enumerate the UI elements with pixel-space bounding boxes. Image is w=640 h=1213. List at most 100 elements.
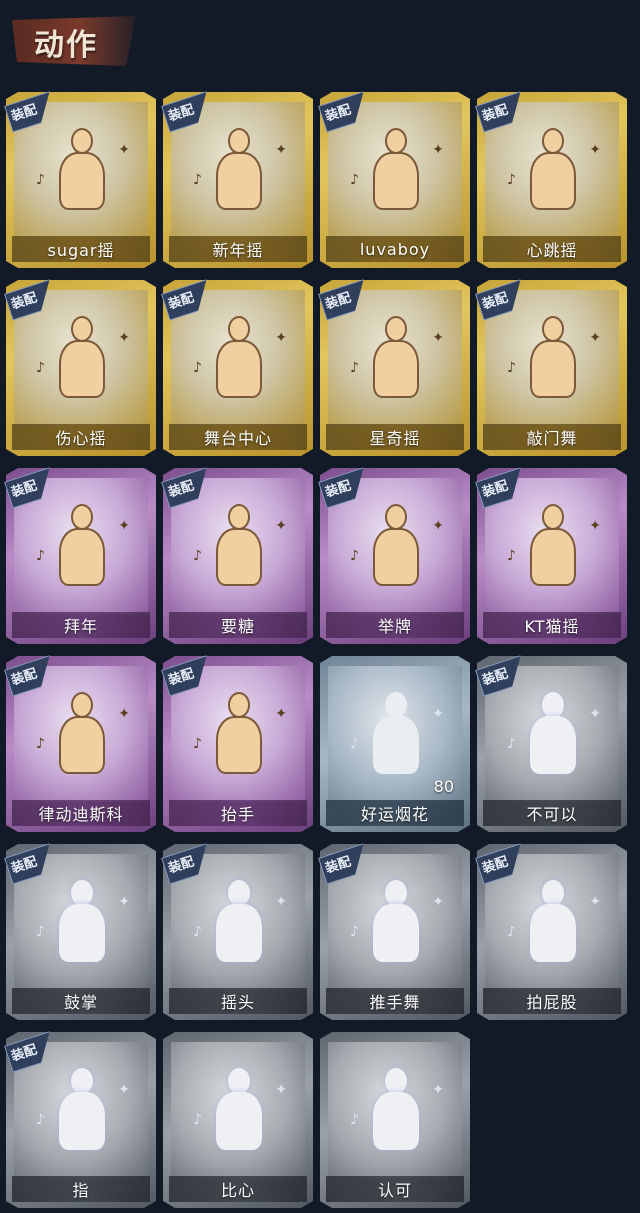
action-card[interactable]: ♪ ✦ 舞台中心 装配 <box>163 280 313 456</box>
clap-hands-icon <box>51 880 111 962</box>
music-note-icon: ♪ <box>193 1112 202 1128</box>
sparkle-icon: ✦ <box>432 1082 444 1098</box>
header: 动作 <box>0 0 640 86</box>
card-name: 举牌 <box>326 612 464 638</box>
sign-pose-icon <box>365 504 425 586</box>
card-name: 鼓掌 <box>12 988 150 1014</box>
sparkle-icon: ✦ <box>589 330 601 346</box>
sparkle-icon: ✦ <box>589 142 601 158</box>
music-note-icon: ♪ <box>193 360 202 376</box>
card-name: 舞台中心 <box>169 424 307 450</box>
action-card[interactable]: ♪ ✦ 认可 <box>320 1032 470 1208</box>
music-note-icon: ♪ <box>507 924 516 940</box>
music-note-icon: ♪ <box>36 172 45 188</box>
card-name: 新年摇 <box>169 236 307 262</box>
card-name: 摇头 <box>169 988 307 1014</box>
dance-pose-icon <box>522 128 582 210</box>
sparkle-icon: ✦ <box>275 518 287 534</box>
card-name: 拍屁股 <box>483 988 621 1014</box>
card-name: sugar摇 <box>12 236 150 262</box>
sparkle-icon: ✦ <box>118 1082 130 1098</box>
dance-pose-icon <box>522 316 582 398</box>
reach-pose-icon <box>208 504 268 586</box>
card-name: 认可 <box>326 1176 464 1202</box>
action-card[interactable]: ♪ ✦ 拜年 装配 <box>6 468 156 644</box>
action-card[interactable]: ♪ ✦ 鼓掌 装配 <box>6 844 156 1020</box>
dance-pose-icon <box>208 316 268 398</box>
dance-pose-icon <box>522 504 582 586</box>
sparkle-icon: ✦ <box>589 518 601 534</box>
card-name: 律动迪斯科 <box>12 800 150 826</box>
firework-icon <box>365 692 425 774</box>
sparkle-icon: ✦ <box>589 894 601 910</box>
sparkle-icon: ✦ <box>275 330 287 346</box>
push-dance-pose-icon <box>365 880 425 962</box>
sparkle-icon: ✦ <box>275 706 287 722</box>
action-card[interactable]: ♪ ✦ 指装配 <box>6 1032 156 1208</box>
sparkle-icon: ✦ <box>589 706 601 722</box>
action-card[interactable]: ♪ ✦ 抬手 装配 <box>163 656 313 832</box>
dance-pose-icon <box>365 128 425 210</box>
point-hand-icon <box>51 1068 111 1150</box>
dance-pose-icon <box>365 316 425 398</box>
card-name: 要糖 <box>169 612 307 638</box>
shake-head-pose-icon <box>208 880 268 962</box>
music-note-icon: ♪ <box>350 172 359 188</box>
action-card[interactable]: ♪ ✦ 新年摇 装配 <box>163 92 313 268</box>
music-note-icon: ♪ <box>36 924 45 940</box>
sparkle-icon: ✦ <box>432 330 444 346</box>
action-card[interactable]: ♪ ✦ 律动迪斯科 装配 <box>6 656 156 832</box>
finger-wag-icon <box>522 692 582 774</box>
sparkle-icon: ✦ <box>118 518 130 534</box>
sparkle-icon: ✦ <box>432 706 444 722</box>
bow-pose-icon <box>51 504 111 586</box>
sparkle-icon: ✦ <box>118 894 130 910</box>
music-note-icon: ♪ <box>36 736 45 752</box>
music-note-icon: ♪ <box>36 1112 45 1128</box>
action-card[interactable]: ♪ ✦ 拍屁股 装配 <box>477 844 627 1020</box>
music-note-icon: ♪ <box>507 360 516 376</box>
music-note-icon: ♪ <box>350 924 359 940</box>
sparkle-icon: ✦ <box>432 518 444 534</box>
card-name: 推手舞 <box>326 988 464 1014</box>
music-note-icon: ♪ <box>350 548 359 564</box>
action-card[interactable]: ♪ ✦ sugar摇 装配 <box>6 92 156 268</box>
card-name: 好运烟花 <box>326 800 464 826</box>
action-card[interactable]: ♪ ✦ 心跳摇 装配 <box>477 92 627 268</box>
card-name: 指 <box>12 1176 150 1202</box>
card-name: 心跳摇 <box>483 236 621 262</box>
dance-pose-icon <box>51 128 111 210</box>
card-name: luvaboy <box>326 236 464 262</box>
sparkle-icon: ✦ <box>118 142 130 158</box>
action-card[interactable]: ♪ ✦ 推手舞 装配 <box>320 844 470 1020</box>
action-card[interactable]: ♪ ✦ 摇头 装配 <box>163 844 313 1020</box>
music-note-icon: ♪ <box>36 548 45 564</box>
card-name: 星奇摇 <box>326 424 464 450</box>
music-note-icon: ♪ <box>350 360 359 376</box>
card-name: 不可以 <box>483 800 621 826</box>
thumbs-up-icon <box>365 1068 425 1150</box>
action-card[interactable]: ♪ ✦ luvaboy 装配 <box>320 92 470 268</box>
action-card[interactable]: ♪ ✦ 举牌 装配 <box>320 468 470 644</box>
action-card[interactable]: ♪ ✦ 不可以 装配 <box>477 656 627 832</box>
sparkle-icon: ✦ <box>432 894 444 910</box>
action-card[interactable]: ♪ ✦ 比心 <box>163 1032 313 1208</box>
action-card[interactable]: ♪ ✦ 80 好运烟花 <box>320 656 470 832</box>
action-card[interactable]: ♪ ✦ 敲门舞 装配 <box>477 280 627 456</box>
sparkle-icon: ✦ <box>432 142 444 158</box>
music-note-icon: ♪ <box>36 360 45 376</box>
card-name: 比心 <box>169 1176 307 1202</box>
music-note-icon: ♪ <box>193 172 202 188</box>
music-note-icon: ♪ <box>350 736 359 752</box>
sparkle-icon: ✦ <box>118 706 130 722</box>
action-card[interactable]: ♪ ✦ KT猫摇 装配 <box>477 468 627 644</box>
slap-pose-icon <box>522 880 582 962</box>
action-card[interactable]: ♪ ✦ 要糖 装配 <box>163 468 313 644</box>
action-card[interactable]: ♪ ✦ 伤心摇 装配 <box>6 280 156 456</box>
heart-hands-pose-icon <box>51 316 111 398</box>
sparkle-icon: ✦ <box>275 894 287 910</box>
music-note-icon: ♪ <box>507 172 516 188</box>
sparkle-icon: ✦ <box>275 1082 287 1098</box>
action-card[interactable]: ♪ ✦ 星奇摇 装配 <box>320 280 470 456</box>
disco-pose-icon <box>51 692 111 774</box>
